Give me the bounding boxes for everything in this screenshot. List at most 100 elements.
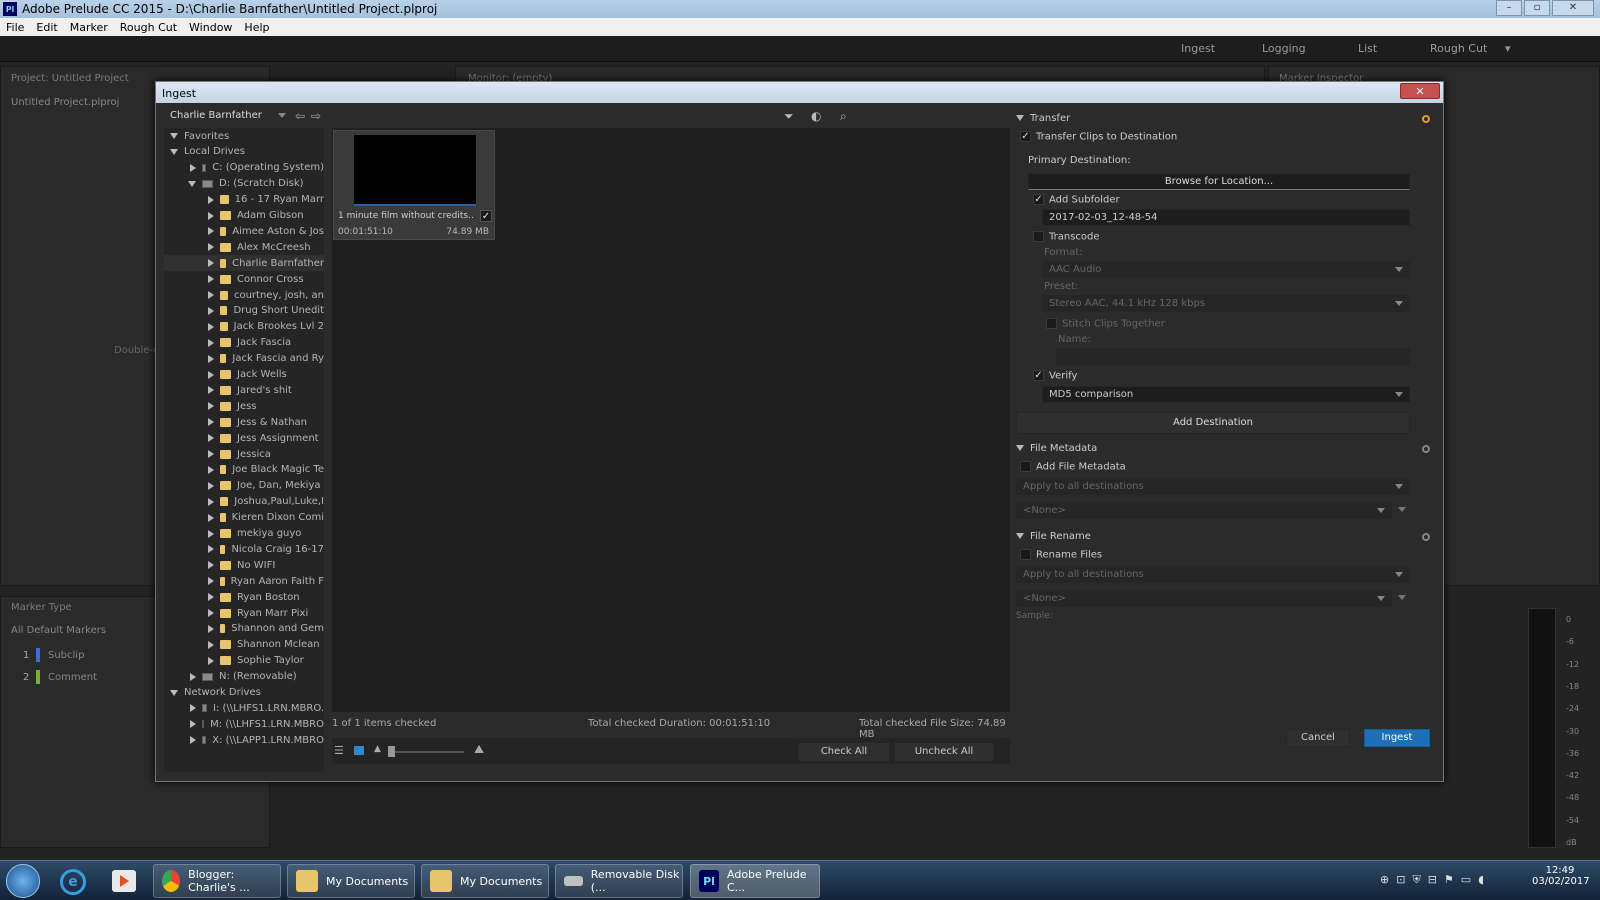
tree-item[interactable]: Alex McCreesh <box>164 239 324 255</box>
menu-marker[interactable]: Marker <box>70 21 108 34</box>
tree-item[interactable]: Joshua,Paul,Luke,I <box>164 494 324 510</box>
clock[interactable]: 12:49 03/02/2017 <box>1532 865 1590 887</box>
filter-icon[interactable]: ⏷ <box>784 109 794 124</box>
collapsed-triangle-icon[interactable] <box>208 481 214 490</box>
tree-item[interactable]: Jess Assignment <box>164 430 324 446</box>
clip-thumbnail-card[interactable]: 1 minute film without credits.... ✓ 00:0… <box>333 130 495 240</box>
collapsed-triangle-icon[interactable] <box>208 656 214 665</box>
clip-checkbox[interactable]: ✓ <box>480 210 492 222</box>
ingest-button[interactable]: Ingest <box>1364 729 1430 747</box>
cancel-button[interactable]: Cancel <box>1286 729 1350 747</box>
slider-handle[interactable] <box>388 746 395 757</box>
forward-arrow-icon[interactable]: ⇨ <box>311 109 321 123</box>
tree-item[interactable]: Charlie Barnfather <box>164 255 324 272</box>
task-adobe-prelude[interactable]: Pl Adobe Prelude C... <box>690 864 820 898</box>
tree-item[interactable]: Drug Short Unedit <box>164 303 324 319</box>
tree-item[interactable]: mekiya guyo <box>164 526 324 542</box>
tree-item[interactable]: Favorites <box>164 128 324 144</box>
collapse-triangle-icon[interactable] <box>1016 445 1024 451</box>
flag-icon[interactable]: ⚑ <box>1444 873 1454 889</box>
workspace-rough-cut[interactable]: Rough Cut <box>1430 42 1487 55</box>
rename-files-checkbox[interactable] <box>1020 549 1031 560</box>
preset-dropdown[interactable]: Stereo AAC, 44.1 kHz 128 kbps <box>1042 295 1410 312</box>
tree-item[interactable]: Jack Fascia and Ry <box>164 351 324 367</box>
rename-apply-dropdown[interactable]: Apply to all destinations <box>1016 566 1410 583</box>
tree-item[interactable]: Jess & Nathan <box>164 414 324 430</box>
tree-item[interactable]: D: (Scratch Disk) <box>164 176 324 192</box>
collapsed-triangle-icon[interactable] <box>208 450 214 458</box>
tree-item[interactable]: Ryan Boston <box>164 589 324 605</box>
collapsed-triangle-icon[interactable] <box>208 418 214 427</box>
task-my-documents-2[interactable]: My Documents <box>421 864 549 898</box>
add-destination-button[interactable]: Add Destination <box>1016 412 1410 434</box>
collapsed-triangle-icon[interactable] <box>190 736 196 745</box>
stitch-checkbox[interactable] <box>1046 318 1057 329</box>
collapsed-triangle-icon[interactable] <box>208 513 214 522</box>
tree-item[interactable]: Jack Wells <box>164 367 324 383</box>
menu-edit[interactable]: Edit <box>36 21 57 34</box>
marker-filter[interactable]: All Default Markers <box>11 625 106 636</box>
collapse-triangle-icon[interactable] <box>1016 115 1024 121</box>
tree-item[interactable]: Ryan Marr Pixi <box>164 605 324 621</box>
expanded-triangle-icon[interactable] <box>170 133 178 139</box>
expanded-triangle-icon[interactable] <box>170 689 178 696</box>
list-view-icon[interactable]: ☰ <box>334 744 344 757</box>
collapsed-triangle-icon[interactable] <box>208 577 214 586</box>
device-icon[interactable]: ⊟ <box>1428 873 1437 889</box>
tree-item[interactable]: Ryan Aaron Faith F <box>164 573 324 589</box>
task-my-documents-1[interactable]: My Documents <box>287 864 415 898</box>
tree-item[interactable]: M: (\\LHFS1.LRN.MBRO <box>164 716 324 732</box>
network-icon[interactable]: ⊕ <box>1380 873 1389 889</box>
rename-template-dropdown[interactable]: <None> <box>1016 590 1392 607</box>
collapsed-triangle-icon[interactable] <box>208 306 214 315</box>
rename-menu-chevron-icon[interactable] <box>1398 595 1406 600</box>
monitor-icon[interactable]: ▭ <box>1461 873 1471 889</box>
collapsed-triangle-icon[interactable] <box>208 275 214 284</box>
collapsed-triangle-icon[interactable] <box>190 704 196 713</box>
collapsed-triangle-icon[interactable] <box>208 497 214 506</box>
tree-item[interactable]: Adam Gibson <box>164 208 324 224</box>
zoom-in-icon[interactable]: ⛰ <box>474 742 484 757</box>
tree-item[interactable]: Jack Brookes Lvl 2 <box>164 319 324 335</box>
transfer-section-header[interactable]: Transfer <box>1016 113 1436 124</box>
tree-item[interactable]: Sophie Taylor <box>164 653 324 669</box>
tree-item[interactable]: No WIFI <box>164 557 324 573</box>
project-item[interactable]: Untitled Project.plproj <box>11 97 119 108</box>
tree-item[interactable]: Jared's shit <box>164 382 324 398</box>
verify-row[interactable]: ✓ Verify <box>1033 370 1453 382</box>
verify-checkbox[interactable]: ✓ <box>1033 370 1044 381</box>
collapsed-triangle-icon[interactable] <box>208 211 214 220</box>
collapsed-triangle-icon[interactable] <box>208 243 214 252</box>
tree-item[interactable]: Connor Cross <box>164 271 324 287</box>
format-dropdown[interactable]: AAC Audio <box>1042 261 1410 278</box>
collapsed-triangle-icon[interactable] <box>208 259 214 268</box>
volume-icon[interactable]: ◖ <box>1478 873 1484 889</box>
tree-item[interactable]: Kieren Dixon Comi <box>164 510 324 526</box>
tree-item[interactable]: Jack Fascia <box>164 335 324 351</box>
power-icon[interactable] <box>1422 533 1430 541</box>
add-file-metadata-row[interactable]: Add File Metadata <box>1020 461 1440 473</box>
file-metadata-section-header[interactable]: File Metadata <box>1016 443 1436 454</box>
collapsed-triangle-icon[interactable] <box>208 386 214 395</box>
stitch-row[interactable]: Stitch Clips Together <box>1046 318 1466 330</box>
back-arrow-icon[interactable]: ⇦ <box>295 109 305 123</box>
collapsed-triangle-icon[interactable] <box>208 354 214 363</box>
workspace-logging[interactable]: Logging <box>1262 42 1306 55</box>
tree-item[interactable]: C: (Operating System) <box>164 160 324 176</box>
collapsed-triangle-icon[interactable] <box>208 227 214 236</box>
add-file-metadata-checkbox[interactable] <box>1020 461 1031 472</box>
collapsed-triangle-icon[interactable] <box>208 640 214 649</box>
tree-item[interactable]: Shannon and Gem <box>164 621 324 637</box>
lock-icon[interactable]: ⊡ <box>1396 873 1405 889</box>
minimize-button[interactable]: – <box>1496 0 1522 16</box>
transfer-clips-checkbox[interactable]: ✓ <box>1020 131 1031 142</box>
verify-method-dropdown[interactable]: MD5 comparison <box>1042 386 1410 403</box>
power-icon[interactable] <box>1422 445 1430 453</box>
tree-item[interactable]: Jess <box>164 398 324 414</box>
expanded-triangle-icon[interactable] <box>188 180 196 187</box>
internet-explorer-icon[interactable]: e <box>60 869 86 895</box>
transcode-row[interactable]: Transcode <box>1033 231 1453 243</box>
tree-item[interactable]: Aimee Aston & Jos <box>164 223 324 239</box>
tree-item[interactable]: Local Drives <box>164 144 324 160</box>
file-rename-section-header[interactable]: File Rename <box>1016 531 1436 542</box>
